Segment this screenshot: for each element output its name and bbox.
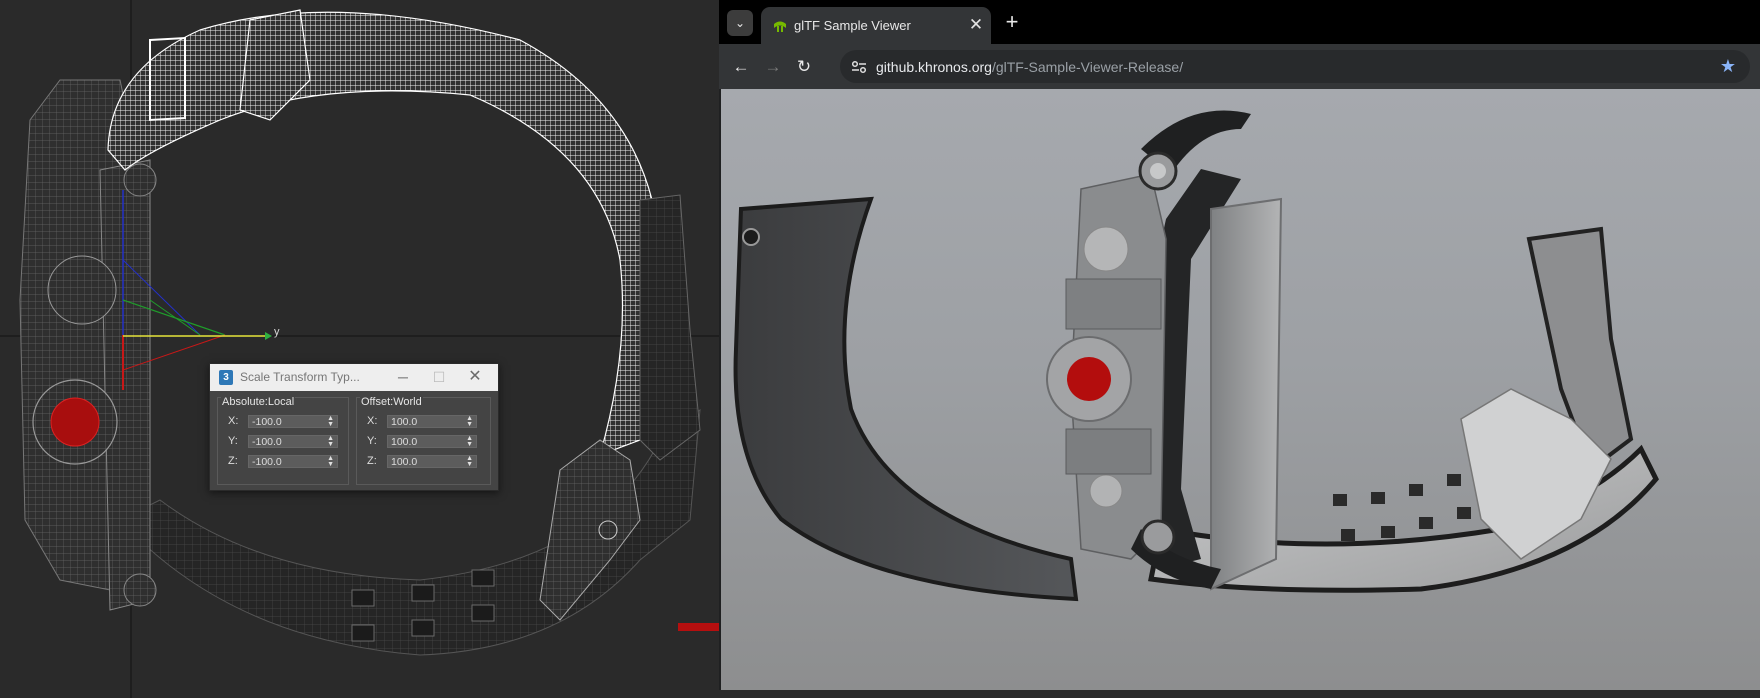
minimize-button[interactable]: ─ [389, 367, 417, 387]
absolute-y-spinner[interactable]: -100.0 ▲ ▼ [248, 435, 338, 448]
absolute-local-group: Absolute:Local X: -100.0 ▲ ▼ Y: -100.0 ▲ ▼… [217, 396, 349, 485]
back-button[interactable]: ← [727, 53, 755, 81]
url-text[interactable]: github.khronos.org/glTF-Sample-Viewer-Re… [876, 59, 1183, 75]
gltf-viewer-canvas[interactable] [721, 89, 1760, 690]
absolute-y-value: -100.0 [252, 436, 282, 448]
scale-transform-dialog[interactable]: 3 Scale Transform Typ... ─ ☐ ✕ Absolute:… [209, 363, 499, 491]
dialog-title: Scale Transform Typ... [240, 370, 360, 384]
address-bar[interactable]: github.khronos.org/glTF-Sample-Viewer-Re… [840, 50, 1750, 83]
x-label: X: [367, 415, 378, 427]
spinner-arrows-icon[interactable]: ▲ ▼ [327, 435, 334, 448]
absolute-x-value: -100.0 [252, 416, 282, 428]
offset-y-spinner[interactable]: 100.0 ▲ ▼ [387, 435, 477, 448]
tab-strip: ⌄ glTF Sample Viewer ✕ + [719, 0, 1760, 44]
offset-z-value: 100.0 [391, 456, 418, 468]
absolute-z-spinner[interactable]: -100.0 ▲ ▼ [248, 455, 338, 468]
spinner-arrows-icon[interactable]: ▲ ▼ [466, 455, 473, 468]
bookmark-star-icon[interactable]: ★ [1720, 56, 1736, 77]
offset-y-value: 100.0 [391, 436, 418, 448]
absolute-local-label: Absolute:Local [221, 396, 296, 408]
close-button[interactable]: ✕ [461, 367, 489, 387]
spinner-arrows-icon[interactable]: ▲ ▼ [466, 415, 473, 428]
maximize-button[interactable]: ☐ [425, 367, 453, 387]
site-info-icon[interactable] [849, 57, 869, 77]
forward-button[interactable]: → [759, 53, 787, 81]
x-label: X: [228, 415, 239, 427]
absolute-z-value: -100.0 [252, 456, 282, 468]
z-label: Z: [228, 455, 238, 467]
offset-x-spinner[interactable]: 100.0 ▲ ▼ [387, 415, 477, 428]
new-tab-button[interactable]: + [1000, 10, 1024, 34]
url-host: github.khronos.org [876, 59, 992, 75]
url-path: /glTF-Sample-Viewer-Release/ [991, 59, 1184, 75]
browser-toolbar: ← → ↻ github.khronos.org/glTF-Sample-Vie… [719, 44, 1760, 89]
wireframe-model [0, 0, 720, 698]
absolute-x-spinner[interactable]: -100.0 ▲ ▼ [248, 415, 338, 428]
z-label: Z: [367, 455, 377, 467]
offset-world-label: Offset:World [360, 396, 423, 408]
y-label: Y: [367, 435, 377, 447]
3ds-max-app-icon: 3 [219, 370, 233, 385]
spinner-arrows-icon[interactable]: ▲ ▼ [466, 435, 473, 448]
editor-viewport[interactable]: y 3 Scale Transform Typ... ─ ☐ ✕ Absolut… [0, 0, 720, 698]
browser-window: ⌄ glTF Sample Viewer ✕ + ← → ↻ github.kh… [719, 0, 1760, 690]
axis-y-label: y [274, 326, 280, 338]
offset-z-spinner[interactable]: 100.0 ▲ ▼ [387, 455, 477, 468]
tab-gltf-sample-viewer[interactable]: glTF Sample Viewer ✕ [761, 7, 991, 44]
tab-close-icon[interactable]: ✕ [966, 15, 986, 35]
spinner-arrows-icon[interactable]: ▲ ▼ [327, 415, 334, 428]
spinner-arrows-icon[interactable]: ▲ ▼ [327, 455, 334, 468]
offset-world-group: Offset:World X: 100.0 ▲ ▼ Y: 100.0 ▲ ▼ Z: … [356, 396, 491, 485]
y-label: Y: [228, 435, 238, 447]
tab-title: glTF Sample Viewer [794, 18, 911, 33]
offset-x-value: 100.0 [391, 416, 418, 428]
tab-search-button[interactable]: ⌄ [727, 10, 753, 36]
gltf-favicon-icon [774, 21, 786, 32]
rendered-watch-model [733, 110, 1659, 602]
dialog-titlebar[interactable]: 3 Scale Transform Typ... ─ ☐ ✕ [210, 364, 498, 391]
reload-button[interactable]: ↻ [790, 53, 818, 81]
